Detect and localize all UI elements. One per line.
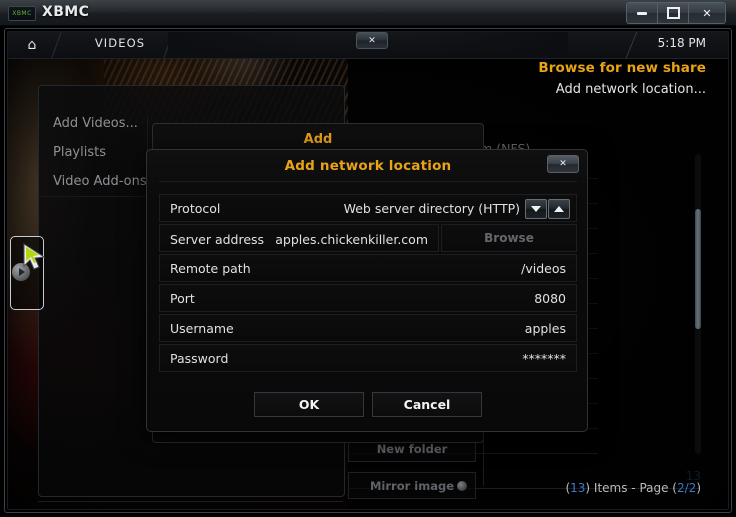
maximize-button[interactable]: [658, 3, 689, 23]
items-status: (13) Items - Page (2/2): [565, 481, 701, 495]
triangle-up: [554, 206, 564, 212]
port-value: 8080: [534, 290, 566, 306]
server-address-label: Server address: [170, 232, 265, 247]
maximize-icon: [666, 7, 680, 19]
close-icon: ✕: [702, 6, 712, 20]
minimize-button[interactable]: [627, 3, 658, 23]
mirror-image-label: Mirror image: [369, 478, 455, 493]
protocol-value: Web server directory (HTTP): [343, 200, 520, 216]
new-folder-label: New folder: [376, 441, 448, 456]
window-titlebar: XBMC XBMC ✕: [0, 0, 736, 26]
dialog-title-underline: [159, 181, 577, 182]
protocol-spinner[interactable]: [525, 199, 570, 219]
breadcrumb: VIDEOS: [94, 36, 146, 50]
status-close-paren: ): [696, 481, 701, 495]
server-address-value: apples.chickenkiller.com: [275, 232, 428, 247]
xbmc-app-frame: ⌂ VIDEOS 5:18 PM Add Videos... Playlists…: [0, 26, 736, 517]
chevron-down-icon[interactable]: [525, 199, 547, 219]
dialog-titlebar: Add network location ✕: [147, 150, 587, 182]
nav-divider-2: [163, 32, 174, 58]
cancel-button-label: Cancel: [403, 397, 451, 412]
protocol-label: Protocol: [170, 200, 221, 216]
remote-path-value: /videos: [521, 260, 566, 276]
window-controls: ✕: [626, 2, 726, 24]
app-window: XBMC XBMC ✕ ⌂ VIDEOS 5:18 PM Add Videos.…: [0, 0, 736, 517]
browse-header: Browse for new share Add network locatio…: [538, 60, 706, 97]
add-network-location-dialog: Add network location ✕ Protocol Web serv…: [146, 149, 588, 432]
cancel-button[interactable]: Cancel: [372, 392, 482, 417]
username-row[interactable]: Username apples: [159, 314, 577, 342]
network-location-form: Protocol Web server directory (HTTP) Ser…: [159, 194, 577, 374]
close-button[interactable]: ✕: [689, 3, 725, 23]
password-value: *******: [522, 350, 566, 366]
page-indicator: 2/2: [677, 481, 697, 495]
ok-button-label: OK: [298, 397, 320, 412]
ok-button[interactable]: OK: [254, 392, 364, 417]
remote-path-label: Remote path: [170, 260, 251, 276]
mirror-toggle-icon[interactable]: [457, 481, 467, 491]
items-count: 13: [570, 481, 586, 495]
dialog-close-button[interactable]: ✕: [547, 155, 579, 173]
server-address-row: Server address apples.chickenkiller.com …: [159, 224, 577, 252]
remote-path-row[interactable]: Remote path /videos: [159, 254, 577, 282]
sidebar-item-playlists[interactable]: Playlists: [53, 145, 106, 160]
clock: 5:18 PM: [657, 36, 706, 50]
xbmc-logo-text: XBMC: [12, 10, 32, 17]
browse-button[interactable]: Browse: [441, 224, 577, 252]
dialog-title: Add network location: [284, 158, 452, 174]
sidebar-item-video-addons[interactable]: Video Add-ons: [53, 174, 147, 189]
browse-subheading: Add network location...: [555, 82, 706, 97]
protocol-row[interactable]: Protocol Web server directory (HTTP): [159, 194, 577, 222]
background-dialog-close-button[interactable]: ✕: [356, 32, 388, 49]
scrollbar-thumb[interactable]: [695, 209, 701, 329]
sidebar-item-add-videos[interactable]: Add Videos...: [53, 116, 138, 131]
videos-side-panel-footer: [38, 501, 343, 517]
browse-button-label: Browse: [484, 231, 534, 245]
triangle-down: [531, 206, 541, 212]
xbmc-logo-icon: XBMC: [8, 6, 36, 21]
status-middle: ) Items - Page (: [585, 481, 677, 495]
nav-divider-1: [51, 32, 62, 58]
background-dialog-title: Add: [303, 132, 333, 147]
username-label: Username: [170, 320, 234, 336]
username-value: apples: [524, 320, 566, 336]
clock-divider: [625, 32, 638, 58]
minimize-icon: [637, 11, 647, 15]
port-label: Port: [170, 290, 195, 306]
mirror-image-button[interactable]: Mirror image: [348, 472, 476, 499]
server-address-input[interactable]: Server address apples.chickenkiller.com: [159, 224, 439, 252]
password-row[interactable]: Password *******: [159, 344, 577, 372]
home-icon[interactable]: ⌂: [22, 36, 42, 54]
mouse-cursor-icon: [23, 243, 46, 270]
share-list-scrollbar[interactable]: [695, 154, 701, 454]
close-icon: ✕: [559, 159, 567, 169]
chevron-up-icon[interactable]: [548, 199, 570, 219]
dialog-button-bar: OK Cancel: [147, 392, 589, 417]
browse-heading: Browse for new share: [538, 60, 706, 76]
close-icon: ✕: [368, 35, 376, 46]
window-title: XBMC: [42, 4, 90, 20]
password-label: Password: [170, 350, 229, 366]
port-row[interactable]: Port 8080: [159, 284, 577, 312]
